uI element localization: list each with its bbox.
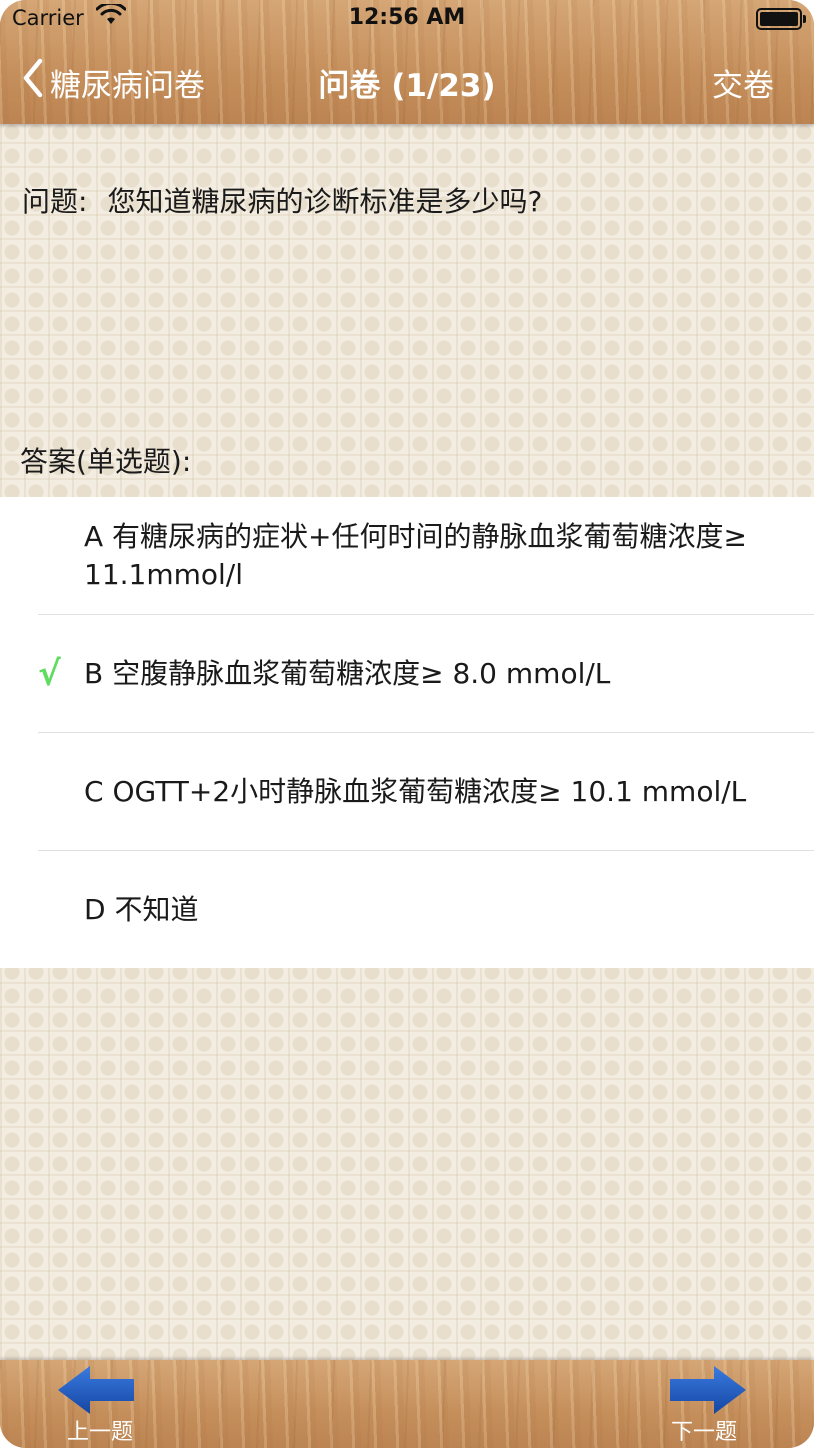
previous-question-label: 上一题 [66, 1420, 133, 1445]
previous-question-button[interactable]: 上一题 [40, 1360, 160, 1448]
top-bar: Carrier 12:56 AM 糖尿病问卷 问卷 (1/23) 交卷 [0, 0, 814, 124]
option-c-text: C OGTT+2小时静脉血浆葡萄糖浓度≥ 10.1 mmol/L [84, 774, 747, 808]
question-text: 您知道糖尿病的诊断标准是多少吗? [107, 185, 543, 218]
question: 问题: 您知道糖尿病的诊断标准是多少吗? [22, 180, 542, 220]
status-bar: Carrier 12:56 AM [0, 0, 814, 36]
navigation-bar: 糖尿病问卷 问卷 (1/23) 交卷 [0, 40, 814, 120]
submit-button[interactable]: 交卷 [712, 60, 774, 105]
app-screen: Carrier 12:56 AM 糖尿病问卷 问卷 (1/23) 交卷 问题: … [0, 0, 814, 1448]
option-a-text: A 有糖尿病的症状+任何时间的静脉血浆葡萄糖浓度≥ 11.1mmol/l [84, 519, 747, 591]
question-label: 问题: [22, 185, 88, 218]
answer-header: 答案(单选题): [20, 445, 192, 478]
next-question-label: 下一题 [670, 1420, 737, 1445]
checkmark-icon: √ [38, 653, 61, 694]
status-time: 12:56 AM [348, 5, 466, 30]
option-a[interactable]: A 有糖尿病的症状+任何时间的静脉血浆葡萄糖浓度≥ 11.1mmol/l [38, 497, 814, 615]
next-question-button[interactable]: 下一题 [644, 1360, 764, 1448]
page-title: 问卷 (1/23) [318, 68, 496, 104]
option-c[interactable]: C OGTT+2小时静脉血浆葡萄糖浓度≥ 10.1 mmol/L [38, 733, 814, 851]
option-b-text: B 空腹静脉血浆葡萄糖浓度≥ 8.0 mmol/L [84, 656, 611, 690]
option-b[interactable]: √ B 空腹静脉血浆葡萄糖浓度≥ 8.0 mmol/L [38, 615, 814, 733]
battery-icon [756, 8, 806, 30]
option-d[interactable]: D 不知道 [38, 851, 814, 968]
option-d-text: D 不知道 [84, 892, 199, 926]
options-list: A 有糖尿病的症状+任何时间的静脉血浆葡萄糖浓度≥ 11.1mmol/l √ B… [0, 497, 814, 968]
bottom-toolbar: 上一题 下一题 [0, 1360, 814, 1448]
